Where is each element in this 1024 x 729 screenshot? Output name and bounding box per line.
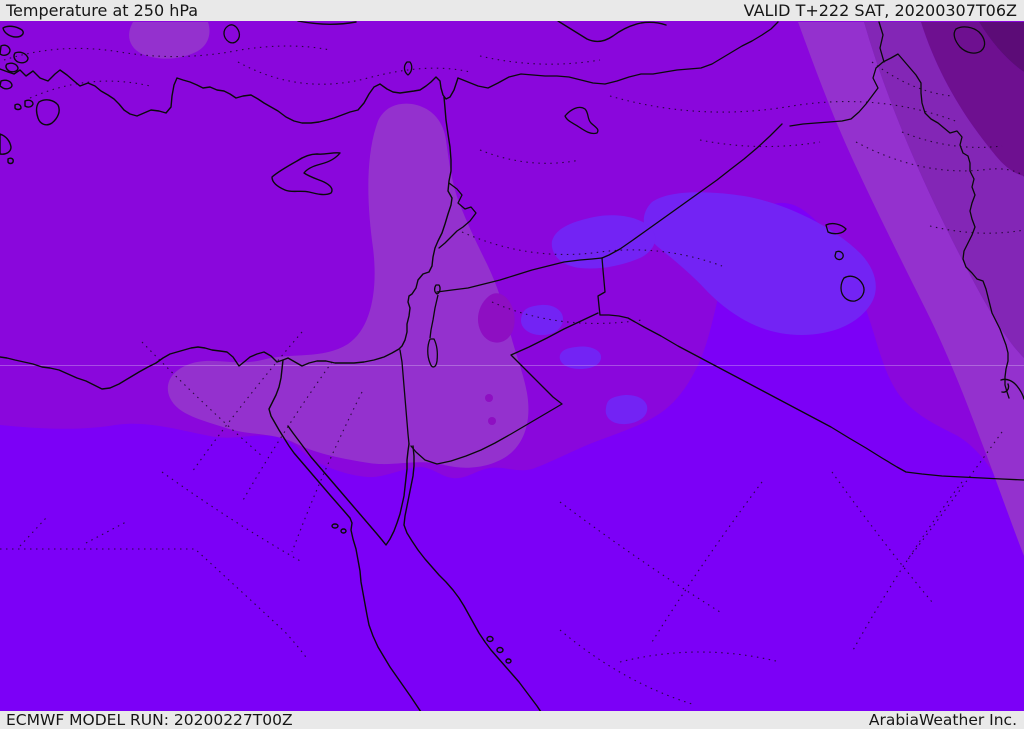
temperature-map-svg [0, 21, 1024, 711]
model-run-label: ECMWF MODEL RUN: 20200227T00Z [6, 711, 293, 729]
fill-cold-patch-small-1 [520, 304, 564, 336]
weather-map-screen: Temperature at 250 hPa VALID T+222 SAT, … [0, 0, 1024, 729]
footer-bar: ECMWF MODEL RUN: 20200227T00Z ArabiaWeat… [0, 711, 1024, 729]
credit-label: ArabiaWeather Inc. [868, 711, 1017, 729]
header-bar: Temperature at 250 hPa VALID T+222 SAT, … [0, 0, 1024, 21]
valid-time-label: VALID T+222 SAT, 20200307T06Z [743, 1, 1017, 20]
fill-warm-dot-1 [485, 394, 493, 402]
weather-map [0, 21, 1024, 711]
fill-warm-dot-2 [488, 417, 496, 425]
map-title: Temperature at 250 hPa [6, 1, 199, 20]
